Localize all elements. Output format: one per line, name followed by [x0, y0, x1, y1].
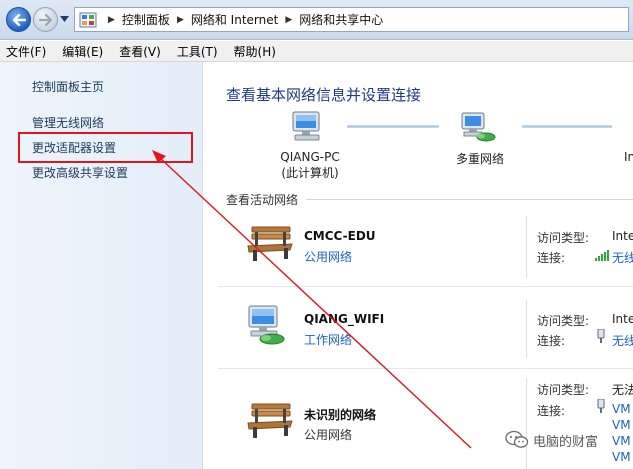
access-type-value: Inte	[612, 312, 633, 326]
network-name: 未识别的网络	[304, 408, 377, 422]
network-type-label: 公用网络	[304, 428, 353, 442]
menu-file[interactable]: 文件(F)	[4, 42, 48, 61]
access-type-label: 访问类型:	[537, 383, 590, 397]
forward-button[interactable]	[33, 7, 58, 32]
access-type-label: 访问类型:	[537, 314, 590, 328]
menu-view[interactable]: 查看(V)	[117, 42, 163, 61]
breadcrumb-network-sharing-center[interactable]: 网络和共享中心	[299, 11, 383, 28]
back-button[interactable]	[6, 7, 31, 32]
column-divider	[526, 300, 527, 358]
ethernet-plug-icon	[597, 399, 605, 413]
menu-help[interactable]: 帮助(H)	[232, 42, 278, 61]
access-type-value: Inte	[612, 229, 633, 243]
breadcrumb-separator[interactable]: ▶	[177, 15, 184, 25]
breadcrumb[interactable]: ▶ 控制面板 ▶ 网络和 Internet ▶ 网络和共享中心	[74, 7, 629, 32]
control-panel-icon	[79, 12, 97, 27]
ethernet-plug-icon	[597, 329, 605, 343]
breadcrumb-network-internet[interactable]: 网络和 Internet	[191, 11, 278, 28]
connection-label: 连接:	[537, 404, 566, 418]
access-type-value: 无法	[612, 383, 633, 397]
menu-bar: 文件(F) 编辑(E) 查看(V) 工具(T) 帮助(H)	[0, 41, 633, 62]
park-bench-icon	[247, 226, 293, 261]
connection-value-link[interactable]: VM	[612, 402, 631, 416]
access-type-label: 访问类型:	[537, 231, 590, 245]
active-networks-label: 查看活动网络	[226, 193, 299, 207]
work-network-icon	[248, 305, 285, 345]
connection-value-link[interactable]: VM	[612, 434, 631, 448]
map-internet[interactable]: In	[624, 150, 633, 164]
sidebar-item-advanced-sharing[interactable]: 更改高级共享设置	[32, 164, 128, 181]
connection-value-link[interactable]: VM	[612, 418, 631, 432]
sidebar-item-control-panel-home[interactable]: 控制面板主页	[32, 78, 104, 95]
row-separator	[218, 286, 633, 287]
row-separator	[218, 368, 633, 369]
watermark: 电脑的财富	[505, 430, 598, 450]
menu-tools[interactable]: 工具(T)	[175, 42, 220, 61]
breadcrumb-separator[interactable]: ▶	[108, 15, 115, 25]
network-type-link[interactable]: 公用网络	[304, 248, 352, 265]
network-name: QIANG_WIFI	[304, 312, 385, 326]
wechat-icon	[505, 430, 529, 448]
watermark-text: 电脑的财富	[533, 434, 599, 450]
map-connection-line	[347, 125, 439, 128]
connection-label: 连接:	[537, 334, 566, 348]
task-pane: 控制面板主页 管理无线网络 更改适配器设置 更改高级共享设置	[0, 62, 203, 469]
map-connection-line	[522, 125, 612, 128]
map-this-computer[interactable]: QIANG-PC (此计算机)	[270, 150, 350, 181]
column-divider	[526, 378, 527, 469]
map-multiple-networks[interactable]: 多重网络	[440, 150, 520, 167]
network-name: CMCC-EDU	[304, 229, 376, 243]
connection-label: 连接:	[537, 251, 566, 265]
connection-value-link[interactable]: VM	[612, 450, 631, 464]
wifi-signal-icon	[595, 250, 609, 261]
forward-arrow-icon	[38, 13, 52, 26]
computer-name: QIANG-PC	[280, 150, 340, 164]
connection-value-link[interactable]: 无线	[612, 249, 633, 266]
history-dropdown-icon[interactable]	[60, 16, 69, 22]
breadcrumb-separator[interactable]: ▶	[285, 15, 292, 25]
section-divider	[306, 199, 633, 200]
connection-value-link[interactable]: 无线	[612, 332, 633, 349]
network-icon	[461, 112, 496, 142]
back-arrow-icon	[12, 13, 26, 26]
annotation-highlight-box	[18, 132, 193, 163]
sidebar-item-manage-wireless[interactable]: 管理无线网络	[32, 114, 104, 131]
page-title: 查看基本网络信息并设置连接	[226, 86, 422, 104]
computer-subtitle: (此计算机)	[281, 166, 339, 180]
breadcrumb-control-panel[interactable]: 控制面板	[122, 11, 170, 28]
address-bar: ▶ 控制面板 ▶ 网络和 Internet ▶ 网络和共享中心	[0, 0, 633, 40]
column-divider	[526, 216, 527, 278]
menu-edit[interactable]: 编辑(E)	[60, 42, 105, 61]
park-bench-icon	[247, 403, 293, 438]
network-type-link[interactable]: 工作网络	[304, 331, 352, 348]
computer-icon	[292, 111, 320, 141]
